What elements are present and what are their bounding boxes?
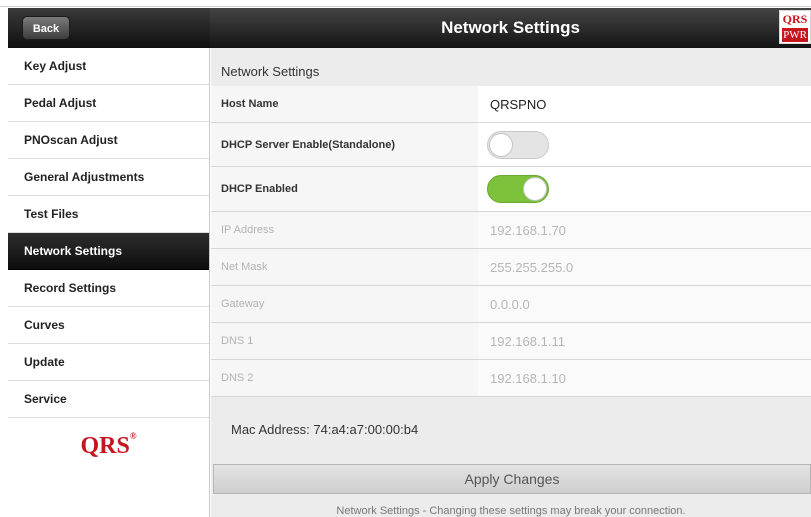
sidebar-item-general-adjustments[interactable]: General Adjustments: [8, 159, 209, 196]
dhcp-enabled-row: DHCP Enabled: [211, 167, 811, 212]
sidebar-item-update[interactable]: Update: [8, 344, 209, 381]
sidebar-item-pedal-adjust[interactable]: Pedal Adjust: [8, 85, 209, 122]
dns1-label: DNS 1: [211, 323, 478, 359]
back-button[interactable]: Back: [22, 16, 70, 40]
sidebar-item-network-settings[interactable]: Network Settings: [8, 233, 209, 270]
registered-mark: ®: [129, 431, 137, 441]
sidebar-item-pnoscan-adjust[interactable]: PNOscan Adjust: [8, 122, 209, 159]
host-name-row: Host Name QRSPNO: [211, 86, 811, 123]
ip-address-row: IP Address 192.168.1.70: [211, 212, 811, 249]
mac-address: Mac Address: 74:a4:a7:00:00:b4: [231, 422, 419, 437]
dns2-field: 192.168.1.10: [478, 360, 811, 396]
toggle-knob: [523, 177, 547, 201]
dhcp-enabled-label: DHCP Enabled: [211, 167, 478, 211]
qrs-logo-text: QRS: [80, 433, 130, 459]
gateway-field: 0.0.0.0: [478, 286, 811, 322]
dns2-label: DNS 2: [211, 360, 478, 396]
dns1-field: 192.168.1.11: [478, 323, 811, 359]
dns2-row: DNS 2 192.168.1.10: [211, 360, 811, 397]
net-mask-field: 255.255.255.0: [478, 249, 811, 285]
title-bar: Network Settings QRS PWR: [210, 8, 811, 48]
dhcp-server-cell: [478, 123, 811, 166]
dhcp-server-row: DHCP Server Enable(Standalone): [211, 123, 811, 167]
logo-pwr-text: PWR: [782, 28, 808, 42]
sidebar: Key Adjust Pedal Adjust PNOscan Adjust G…: [8, 48, 210, 517]
qrs-pwr-logo: QRS PWR: [779, 10, 811, 44]
toggle-knob: [489, 132, 513, 157]
dns1-row: DNS 1 192.168.1.11: [211, 323, 811, 360]
sidebar-item-test-files[interactable]: Test Files: [8, 196, 209, 233]
settings-table: Host Name QRSPNO DHCP Server Enable(Stan…: [211, 86, 811, 397]
page-title: Network Settings: [441, 18, 580, 37]
gateway-label: Gateway: [211, 286, 478, 322]
host-name-input[interactable]: QRSPNO: [478, 86, 811, 122]
ip-address-label: IP Address: [211, 212, 478, 248]
sidebar-header: Back: [8, 8, 210, 48]
host-name-label: Host Name: [211, 86, 478, 122]
top-border: [0, 0, 811, 7]
gateway-row: Gateway 0.0.0.0: [211, 286, 811, 323]
dhcp-enabled-cell: [478, 167, 811, 211]
net-mask-label: Net Mask: [211, 249, 478, 285]
sidebar-item-service[interactable]: Service: [8, 381, 209, 418]
main-panel: Network Settings Host Name QRSPNO DHCP S…: [211, 48, 811, 517]
sidebar-item-key-adjust[interactable]: Key Adjust: [8, 48, 209, 85]
app-frame: Back Network Settings QRS PWR Key Adjust…: [0, 0, 811, 517]
warning-text: Network Settings - Changing these settin…: [336, 505, 686, 517]
qrs-logo: QRS®: [8, 431, 209, 460]
section-title: Network Settings: [221, 64, 320, 79]
ip-address-field: 192.168.1.70: [478, 212, 811, 248]
sidebar-item-record-settings[interactable]: Record Settings: [8, 270, 209, 307]
sidebar-item-curves[interactable]: Curves: [8, 307, 209, 344]
logo-qrs-text: QRS: [782, 12, 808, 26]
dhcp-server-label: DHCP Server Enable(Standalone): [211, 123, 478, 166]
dhcp-server-toggle[interactable]: [487, 130, 549, 159]
apply-changes-button[interactable]: Apply Changes: [213, 464, 811, 494]
dhcp-enabled-toggle[interactable]: [487, 175, 549, 203]
net-mask-row: Net Mask 255.255.255.0: [211, 249, 811, 286]
